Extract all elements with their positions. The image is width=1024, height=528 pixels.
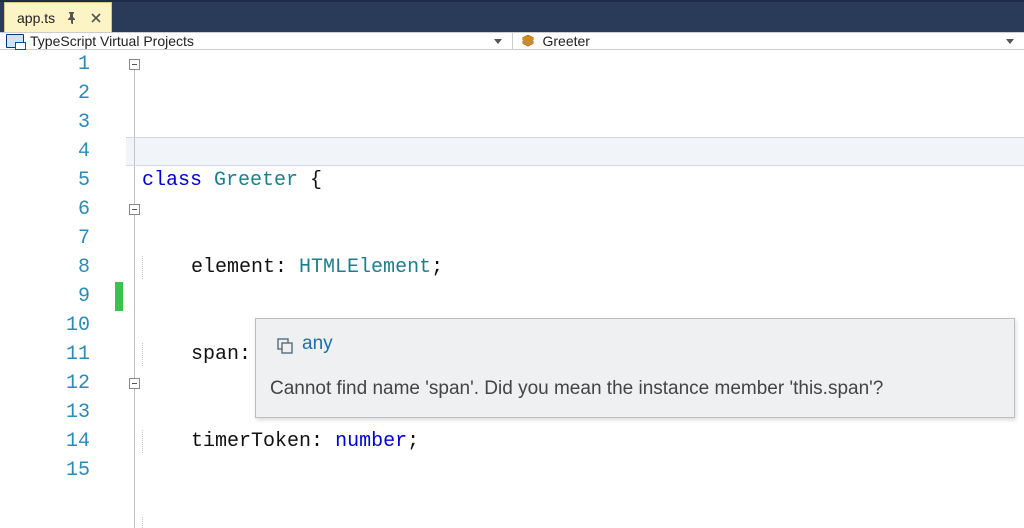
fold-guideline <box>134 62 135 528</box>
file-tab-appts[interactable]: app.ts <box>4 2 112 32</box>
line-number: 10 <box>0 311 90 340</box>
line-number: 11 <box>0 340 90 369</box>
line-number: 5 <box>0 166 90 195</box>
chevron-down-icon <box>1006 39 1014 44</box>
line-number: 14 <box>0 427 90 456</box>
nav-bar: TypeScript Virtual Projects Greeter <box>0 32 1024 50</box>
close-icon[interactable] <box>89 11 103 25</box>
code-line: timerToken: number; <box>142 427 1024 456</box>
symbol-label: Greeter <box>543 33 590 49</box>
project-icon <box>6 33 24 49</box>
change-marker-column <box>112 50 128 528</box>
code-editor[interactable]: 123456789101112131415 class Greeter { el… <box>0 50 1024 528</box>
line-number: 13 <box>0 398 90 427</box>
code-line <box>142 514 1024 528</box>
symbol-dropdown[interactable]: Greeter <box>513 33 1024 49</box>
class-icon <box>519 33 537 49</box>
code-area[interactable]: class Greeter { element: HTMLElement; sp… <box>142 50 1024 528</box>
editor-window: app.ts TypeScript Virtual Projects Greet… <box>0 0 1024 528</box>
line-number: 8 <box>0 253 90 282</box>
stack-icon <box>276 335 294 353</box>
line-number: 4 <box>0 137 90 166</box>
project-label: TypeScript Virtual Projects <box>30 33 194 49</box>
fold-toggle[interactable] <box>129 378 140 389</box>
tooltip-type: any <box>302 329 333 358</box>
line-number-gutter: 123456789101112131415 <box>0 50 112 528</box>
line-number: 12 <box>0 369 90 398</box>
fold-column <box>128 50 142 528</box>
tooltip-message: Cannot find name 'span'. Did you mean th… <box>270 374 1000 403</box>
pin-icon[interactable] <box>65 11 79 25</box>
code-line: element: HTMLElement; <box>142 253 1024 282</box>
change-marker <box>115 282 123 311</box>
project-dropdown[interactable]: TypeScript Virtual Projects <box>0 33 513 49</box>
line-number: 1 <box>0 50 90 79</box>
chevron-down-icon <box>494 39 502 44</box>
tab-strip: app.ts <box>0 2 1024 32</box>
line-number: 7 <box>0 224 90 253</box>
line-number: 6 <box>0 195 90 224</box>
line-number: 3 <box>0 108 90 137</box>
error-tooltip: any Cannot find name 'span'. Did you mea… <box>255 318 1015 418</box>
current-line-highlight <box>126 137 1024 166</box>
fold-toggle[interactable] <box>129 59 140 70</box>
tab-filename: app.ts <box>17 10 55 26</box>
line-number: 2 <box>0 79 90 108</box>
line-number: 15 <box>0 456 90 485</box>
line-number: 9 <box>0 282 90 311</box>
fold-toggle[interactable] <box>129 204 140 215</box>
code-line: class Greeter { <box>142 166 1024 195</box>
